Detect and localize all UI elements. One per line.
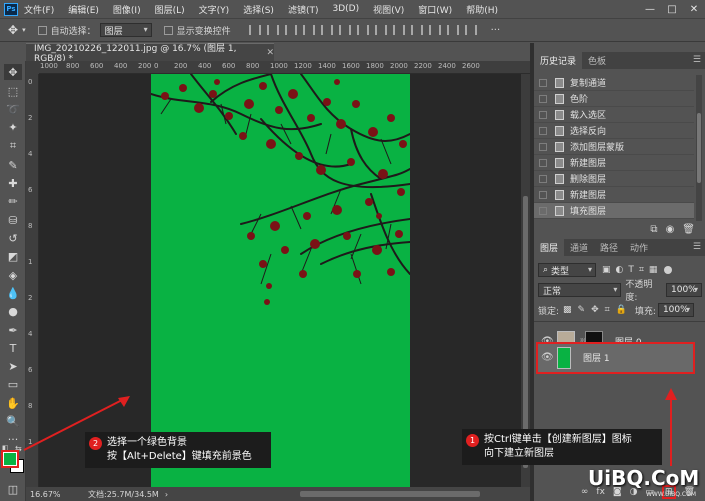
callout-line: 选择一个绿色背景 (107, 437, 187, 448)
callout-2: 2 选择一个绿色背景 按【Alt+Delete】键填充前景色 (85, 432, 271, 468)
annotation-arrows (23, 388, 677, 466)
callout-line: 按Ctrl键单击【创建新图层】图标 (484, 434, 632, 445)
callout-number: 2 (89, 437, 102, 450)
arrow-1-head (665, 388, 677, 400)
callout-1: 1 按Ctrl键单击【创建新图层】图标 向下建立新图层 (462, 429, 662, 465)
callout-number: 1 (466, 434, 479, 447)
callout-line: 按【Alt+Delete】键填充前景色 (107, 451, 252, 462)
watermark-url: WWW.UIBQ.COM (646, 491, 697, 498)
watermark-logo: UiBQ.CoM (588, 466, 700, 490)
callout-line: 向下建立新图层 (484, 448, 554, 459)
